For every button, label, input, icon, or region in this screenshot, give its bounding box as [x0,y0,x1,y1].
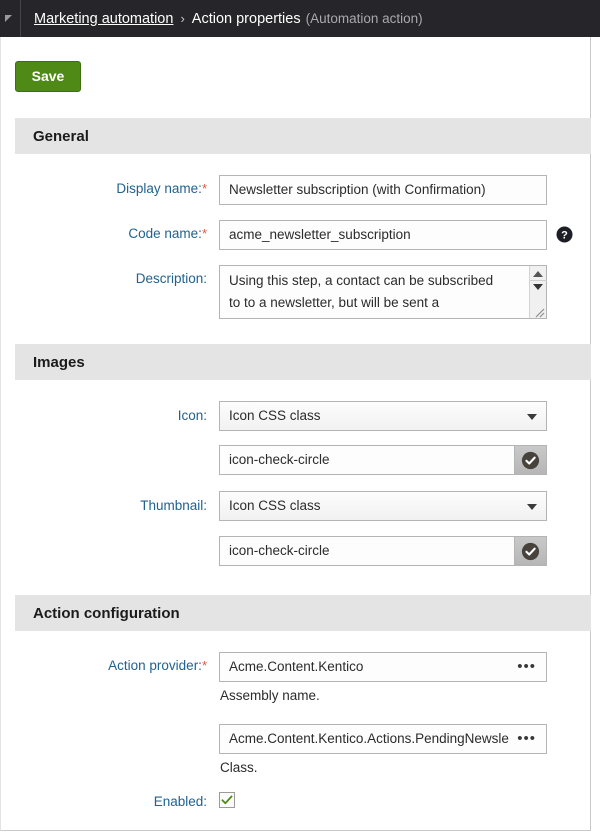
breadcrumb-separator-icon: › [180,11,184,26]
action-class-input[interactable]: Acme.Content.Kentico.Actions.PendingNews… [219,724,547,754]
action-provider-label: Action provider:* [37,658,207,673]
action-class-value: Acme.Content.Kentico.Actions.PendingNews… [229,731,509,746]
thumbnail-preview-check-circle-button[interactable] [514,537,546,565]
thumbnail-css-class-value: icon-check-circle [229,537,330,565]
action-properties-page: Marketing automation › Action properties… [0,0,600,832]
icon-preview-check-circle-button[interactable] [514,446,546,474]
icon-label: Icon: [37,408,207,423]
section-title-general: General [15,128,89,145]
scroll-down-arrow-icon[interactable] [533,284,543,290]
action-provider-value: Acme.Content.Kentico [229,659,363,674]
breadcrumb-current-action-properties: Action properties [192,11,301,27]
check-circle-icon [521,542,540,561]
section-title-images: Images [15,354,85,371]
display-name-label: Display name:* [37,181,207,196]
scroll-up-arrow-icon[interactable] [533,271,543,277]
action-class-selector-ellipsis-icon[interactable]: ••• [517,725,536,753]
icon-css-class-input[interactable]: icon-check-circle [219,445,547,475]
description-label: Description: [37,271,207,286]
breadcrumb: Marketing automation › Action properties… [21,11,423,27]
icon-mode-value: Icon CSS class [229,402,321,430]
triangle-collapse-icon [5,15,12,22]
thumbnail-mode-value: Icon CSS class [229,492,321,520]
breadcrumb-link-marketing-automation[interactable]: Marketing automation [34,11,173,27]
icon-mode-select[interactable]: Icon CSS class [219,401,547,431]
required-asterisk: * [202,658,207,673]
thumbnail-css-class-input[interactable]: icon-check-circle [219,536,547,566]
checkmark-icon [220,793,234,807]
required-asterisk: * [202,181,207,196]
action-provider-selector-ellipsis-icon[interactable]: ••• [517,653,536,681]
chevron-down-icon [527,504,537,510]
display-name-input[interactable]: Newsletter subscription (with Confirmati… [219,175,547,205]
check-circle-icon [521,451,540,470]
thumbnail-mode-select[interactable]: Icon CSS class [219,491,547,521]
section-header-action-configuration: Action configuration [15,595,591,631]
section-title-action-configuration: Action configuration [15,605,180,622]
icon-css-class-value: icon-check-circle [229,446,330,474]
collapse-panel-toggle[interactable] [0,0,20,37]
action-class-hint: Class. [220,760,258,775]
save-button[interactable]: Save [15,61,81,92]
enabled-label: Enabled: [37,794,207,809]
section-header-images: Images [15,344,591,380]
resize-grip-icon[interactable] [533,305,545,317]
help-circle-icon[interactable]: ? [556,226,573,243]
code-name-label: Code name:* [37,226,207,241]
action-provider-input[interactable]: Acme.Content.Kentico ••• [219,652,547,682]
enabled-checkbox[interactable] [219,792,235,808]
scrollbar-track [530,280,547,281]
code-name-input[interactable]: acme_newsletter_subscription [219,220,547,250]
section-header-general: General [15,118,591,154]
breadcrumb-bar: Marketing automation › Action properties… [0,0,600,37]
breadcrumb-qualifier: (Automation action) [306,11,423,26]
description-text: Using this step, a contact can be subscr… [229,270,519,314]
required-asterisk: * [202,226,207,241]
description-textarea[interactable]: Using this step, a contact can be subscr… [219,265,547,319]
content-frame: Save General Display name:* Newsletter s… [0,37,591,831]
svg-text:?: ? [561,230,568,242]
thumbnail-label: Thumbnail: [37,498,207,513]
chevron-down-icon [527,414,537,420]
action-provider-hint: Assembly name. [220,688,320,703]
